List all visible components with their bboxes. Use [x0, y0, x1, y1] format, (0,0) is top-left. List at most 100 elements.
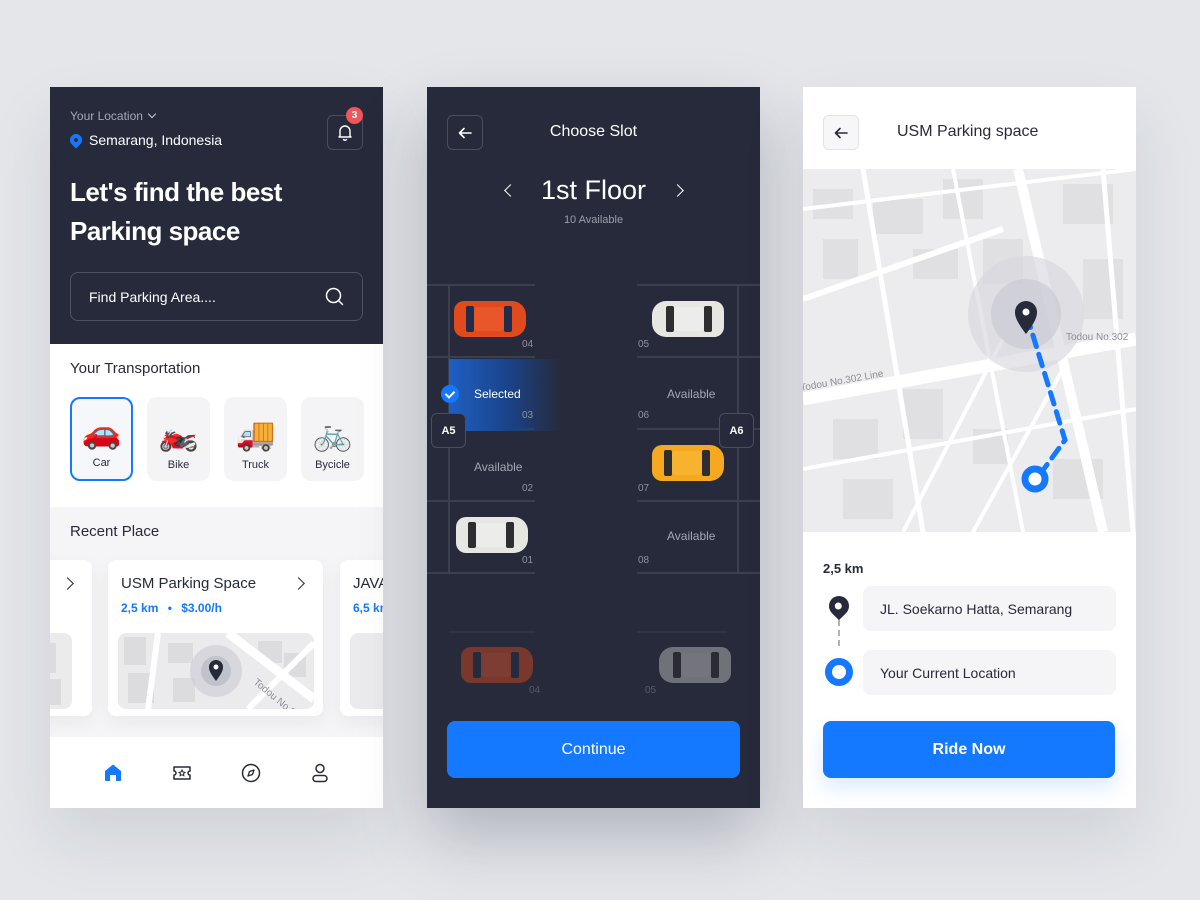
slot-02-available[interactable]: Available [474, 460, 522, 474]
transport-label: Bycicle [315, 459, 350, 471]
motorbike-icon: 🏍️ [158, 416, 199, 452]
bicycle-icon: 🚲 [312, 416, 353, 452]
parked-car-grey [659, 647, 731, 683]
home-icon [105, 764, 121, 781]
lot-line [637, 500, 760, 502]
parked-car-taxi [652, 445, 724, 481]
slot-number: 02 [522, 483, 534, 494]
slot-number: 05 [638, 339, 650, 350]
nav-home[interactable] [102, 762, 124, 784]
current-location: Semarang, Indonesia [67, 131, 223, 149]
profile-icon [312, 763, 328, 782]
lot-line [449, 631, 535, 633]
ticket-icon [173, 765, 191, 780]
location-pin-icon [67, 131, 85, 149]
transport-option-bike[interactable]: 🏍️ Bike [147, 397, 210, 481]
transport-label: Bike [167, 459, 190, 471]
origin-field[interactable]: Your Current Location [863, 650, 1116, 695]
nav-explore[interactable] [240, 762, 262, 784]
nav-profile[interactable] [309, 762, 331, 784]
transport-option-bicycle[interactable]: 🚲 Bycicle [301, 397, 364, 481]
transport-list: 🚗 Car 🏍️ Bike 🚚 Truck 🚲 Bycicle [70, 397, 364, 481]
lot-line [427, 356, 535, 358]
lot-line [637, 631, 727, 633]
transport-option-car[interactable]: 🚗 Car [70, 397, 133, 481]
slot-number: 04 [529, 685, 541, 696]
transport-option-truck[interactable]: 🚚 Truck [224, 397, 287, 481]
lot-line [427, 572, 535, 574]
slot-number: 01 [522, 555, 534, 566]
floor-title: 1st Floor [540, 175, 647, 205]
lot-line [427, 284, 535, 286]
parking-lot-map: 04 Selected 03 Available 02 01 05 Availa… [427, 277, 760, 697]
available-count: 10 Available [563, 214, 624, 226]
choose-slot-screen: Choose Slot 1st Floor 10 Available 04 Se… [427, 87, 760, 808]
truck-icon: 🚚 [235, 416, 276, 452]
origin-marker-icon [825, 658, 853, 686]
recent-place-card[interactable]: USM Parking Space 2,5 km • $3.00/h Todou… [108, 560, 323, 716]
nav-tickets[interactable] [171, 762, 193, 784]
slot-08-available[interactable]: Available [667, 529, 715, 543]
location-label: Your Location [70, 109, 143, 123]
slot-number: 04 [522, 339, 534, 350]
place-map-thumbnail [350, 633, 383, 709]
bottom-navigation [50, 737, 383, 808]
chevron-right-icon [61, 577, 74, 590]
ride-now-button[interactable]: Ride Now [823, 721, 1115, 778]
lot-line [637, 356, 760, 358]
map-streets: Todou No.302 [124, 633, 314, 709]
screen-title: USM Parking space [897, 123, 1039, 140]
page-headline: Let's find the best Parking space [70, 177, 282, 246]
map-streets [50, 643, 61, 705]
lot-line [637, 284, 760, 286]
parked-car-white [456, 517, 528, 553]
recent-place-card-next[interactable]: JAVA 6,5 km [340, 560, 383, 716]
place-map-thumbnail [50, 633, 72, 709]
selected-label: Selected [474, 387, 521, 401]
arrow-left-icon [834, 127, 848, 138]
slot-06-available[interactable]: Available [667, 387, 715, 401]
route-connector [838, 620, 840, 646]
car-icon: 🚗 [81, 414, 122, 450]
compass-icon [241, 763, 261, 782]
transport-label: Car [92, 457, 111, 469]
slot-number: 06 [638, 410, 650, 421]
slot-number: 07 [638, 483, 650, 494]
place-title: JAVA [353, 575, 383, 592]
chevron-right-icon[interactable] [292, 577, 305, 590]
lot-line [427, 500, 535, 502]
search-bar[interactable] [70, 272, 363, 321]
recent-place-card-previous[interactable] [50, 560, 92, 716]
slot-number: 08 [638, 555, 650, 566]
route-distance: 2,5 km [823, 561, 864, 576]
notification-badge: 3 [346, 107, 363, 124]
search-icon[interactable] [325, 287, 344, 306]
slot-number: 03 [522, 410, 534, 421]
place-price: $3.00/h [181, 601, 222, 615]
transport-label: Truck [241, 459, 270, 471]
destination-pin-icon [824, 591, 854, 621]
location-selector[interactable]: Your Location [70, 109, 157, 123]
recent-section-title: Recent Place [70, 523, 160, 540]
route-map[interactable]: Todou No.302 Todou No.302 Line [803, 169, 1136, 532]
lot-line [637, 572, 760, 574]
road-label: Todou No.302 [1066, 332, 1129, 343]
search-input[interactable] [89, 288, 289, 305]
place-title: USM Parking Space [121, 575, 257, 592]
parked-car-orange [454, 301, 526, 337]
place-map-thumbnail: Todou No.302 [118, 633, 314, 709]
destination-field[interactable]: JL. Soekarno Hatta, Semarang [863, 586, 1116, 631]
back-button[interactable] [823, 115, 859, 150]
aisle-marker-a6: A6 [719, 413, 754, 448]
place-distance: 2,5 km [121, 601, 159, 615]
route-screen: USM Parking space Todou No.302 Todou No.… [803, 87, 1136, 808]
bell-icon [338, 125, 352, 141]
continue-button[interactable]: Continue [447, 721, 740, 778]
place-distance: 6,5 km [353, 601, 383, 615]
place-meta: 2,5 km • $3.00/h [121, 601, 222, 615]
location-value: Semarang, Indonesia [89, 132, 223, 148]
chevron-down-icon [147, 109, 157, 119]
parked-car-white [652, 301, 724, 337]
check-icon [441, 385, 459, 403]
map-streets: Todou No.302 Todou No.302 Line [803, 169, 1136, 532]
